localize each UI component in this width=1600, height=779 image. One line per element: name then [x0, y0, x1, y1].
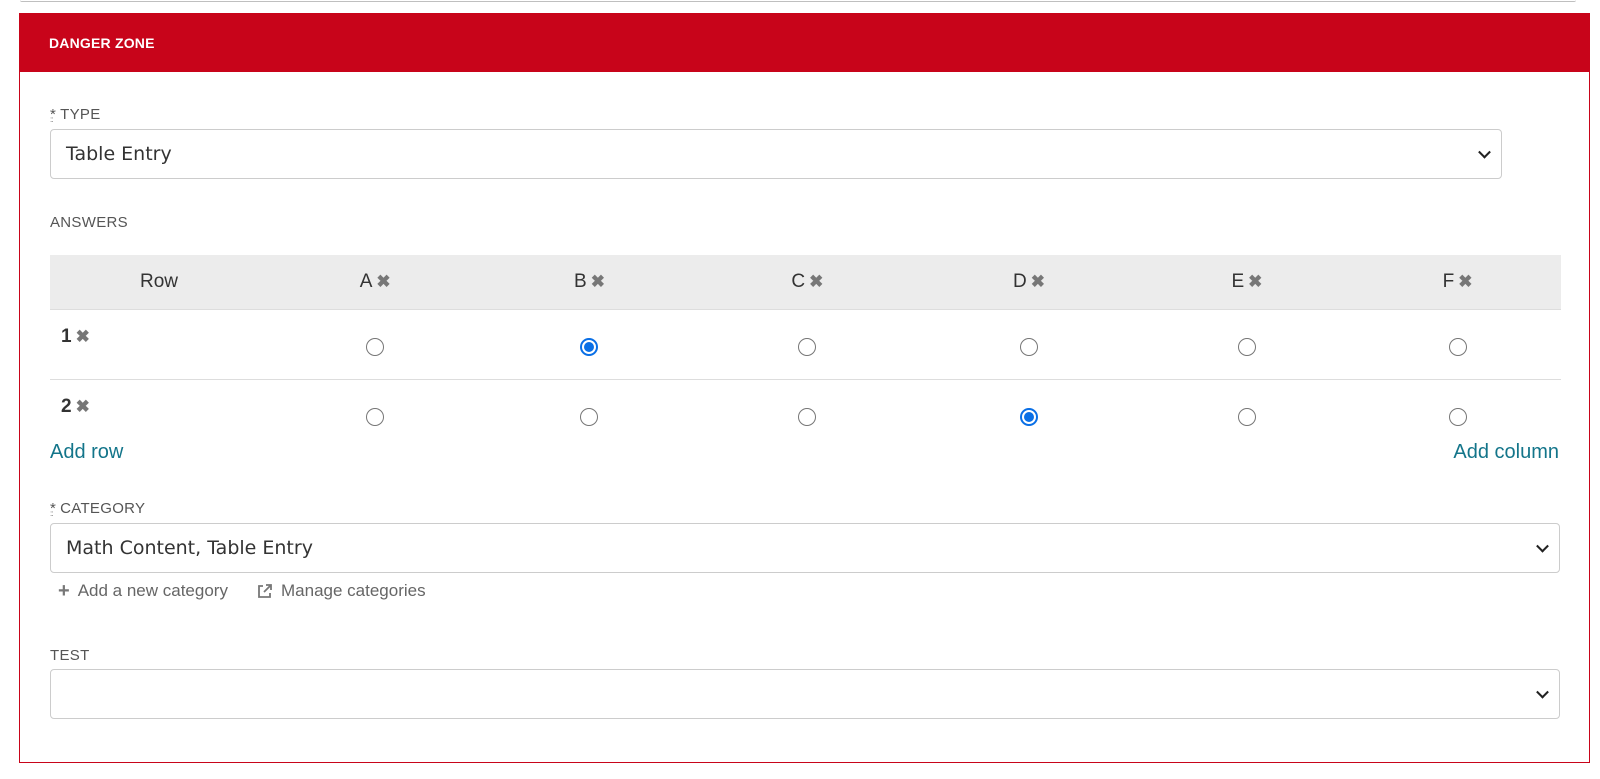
type-select[interactable]: Table Entry — [50, 129, 1502, 179]
remove-column-f-icon[interactable]: ✖ — [1458, 272, 1472, 292]
category-label: *CATEGORY — [50, 500, 145, 517]
remove-column-a-icon[interactable]: ✖ — [376, 272, 390, 292]
radio-row2-f[interactable] — [1448, 408, 1467, 427]
row-column-header: Row — [50, 255, 268, 310]
chevron-down-icon — [1536, 539, 1549, 553]
manage-categories-link[interactable]: Manage categories — [256, 581, 426, 601]
table-row: 2 ✖ — [50, 380, 1561, 450]
radio-row2-b[interactable] — [580, 408, 599, 427]
type-label: *TYPE — [50, 106, 101, 123]
remove-column-b-icon[interactable]: ✖ — [591, 272, 605, 292]
table-row: 1 ✖ — [50, 309, 1561, 380]
panel-header: DANGER ZONE — [20, 14, 1589, 72]
radio-row1-c[interactable] — [798, 338, 817, 357]
test-label: TEST — [50, 647, 90, 664]
category-select[interactable]: Math Content, Table Entry — [50, 523, 1560, 573]
chevron-down-icon — [1478, 145, 1491, 159]
remove-column-e-icon[interactable]: ✖ — [1248, 272, 1262, 292]
panel-title: DANGER ZONE — [49, 35, 155, 51]
column-header-b: B ✖ — [482, 255, 697, 310]
radio-row1-f[interactable] — [1448, 338, 1467, 357]
plus-icon: + — [58, 580, 70, 602]
chevron-down-icon — [1536, 685, 1549, 699]
type-select-value: Table Entry — [66, 143, 172, 165]
required-mark: * — [50, 500, 56, 517]
column-header-c: C ✖ — [696, 255, 919, 310]
top-divider — [20, 0, 1576, 2]
answers-label: ANSWERS — [50, 214, 128, 231]
radio-row1-b[interactable] — [580, 338, 599, 357]
radio-row1-e[interactable] — [1237, 338, 1256, 357]
radio-row2-a[interactable] — [366, 408, 385, 427]
row-label-1: 1 ✖ — [50, 309, 268, 380]
danger-zone-panel: DANGER ZONE *TYPE Table Entry ANSWERS Ro… — [19, 13, 1590, 763]
category-select-value: Math Content, Table Entry — [66, 537, 313, 559]
radio-row2-d[interactable] — [1019, 408, 1038, 427]
add-row-link[interactable]: Add row — [50, 441, 123, 464]
add-new-category-button[interactable]: + Add a new category — [58, 581, 228, 601]
column-header-d: D ✖ — [918, 255, 1140, 310]
external-link-icon — [256, 583, 273, 600]
remove-row-1-icon[interactable]: ✖ — [76, 327, 90, 347]
remove-column-d-icon[interactable]: ✖ — [1031, 272, 1045, 292]
column-header-e: E ✖ — [1139, 255, 1355, 310]
remove-column-c-icon[interactable]: ✖ — [809, 272, 823, 292]
row-label-2: 2 ✖ — [61, 396, 90, 417]
answers-table: Row A ✖ B ✖ C ✖ D ✖ E ✖ F ✖ 1 ✖ 2 ✖ — [50, 255, 1561, 449]
radio-row2-c[interactable] — [798, 408, 817, 427]
column-header-f: F ✖ — [1354, 255, 1561, 310]
radio-row1-d[interactable] — [1019, 338, 1038, 357]
required-mark: * — [50, 106, 56, 123]
test-select[interactable] — [50, 669, 1560, 719]
column-header-a: A ✖ — [268, 255, 483, 310]
radio-row1-a[interactable] — [366, 338, 385, 357]
answers-header-row: Row A ✖ B ✖ C ✖ D ✖ E ✖ F ✖ — [50, 255, 1561, 310]
radio-row2-e[interactable] — [1237, 408, 1256, 427]
add-column-link[interactable]: Add column — [1453, 441, 1559, 464]
remove-row-2-icon[interactable]: ✖ — [76, 397, 90, 417]
